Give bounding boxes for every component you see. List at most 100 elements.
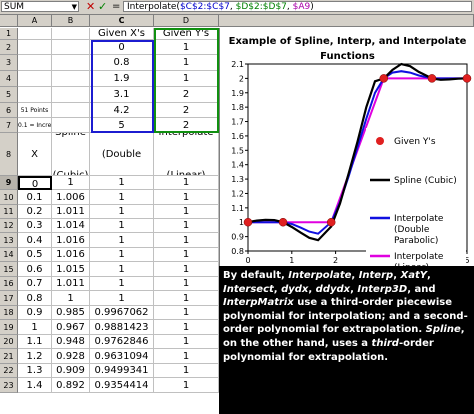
row-header-14[interactable]: 14	[0, 248, 18, 262]
table-cell[interactable]: 1.016	[52, 248, 90, 262]
given-x-cell[interactable]: 0	[90, 40, 154, 55]
column-header-c[interactable]: C	[90, 15, 154, 27]
table-cell[interactable]: 0.9881423	[90, 320, 154, 335]
table-cell[interactable]: 1.006	[52, 190, 90, 205]
table-cell[interactable]: 0.948	[52, 335, 90, 349]
table-cell[interactable]: 1	[90, 248, 154, 262]
table-cell[interactable]: 1.1	[18, 335, 52, 349]
x-column-header[interactable]: X	[18, 133, 52, 176]
given-x-cell[interactable]: 4.2	[90, 103, 154, 118]
table-cell[interactable]: 1.2	[18, 349, 52, 364]
table-cell[interactable]: 1.011	[52, 277, 90, 291]
table-cell[interactable]: 1	[154, 205, 219, 219]
row-header-15[interactable]: 15	[0, 262, 18, 277]
cancel-icon[interactable]: ✕	[86, 0, 95, 14]
given-x-cell[interactable]: 0.8	[90, 55, 154, 71]
cell-a1[interactable]	[18, 28, 52, 40]
given-y-cell[interactable]: 1	[154, 71, 219, 87]
row-header-1[interactable]: 1	[0, 28, 18, 40]
table-cell[interactable]: 0.1	[18, 190, 52, 205]
table-cell[interactable]: 1	[18, 320, 52, 335]
select-all-corner[interactable]	[0, 15, 18, 27]
table-cell[interactable]: 1	[154, 277, 219, 291]
table-cell[interactable]: 1	[154, 378, 219, 393]
row-header-19[interactable]: 19	[0, 320, 18, 335]
table-cell[interactable]: 1	[154, 291, 219, 306]
table-cell[interactable]: 0.5	[18, 248, 52, 262]
spline-column-header[interactable]: Spline (Cubic)	[52, 133, 90, 176]
given-y-cell[interactable]: 1	[154, 55, 219, 71]
row-header-7[interactable]: 7	[0, 118, 18, 133]
table-cell[interactable]: 1	[154, 306, 219, 320]
cell-a2[interactable]	[18, 40, 52, 55]
table-cell[interactable]: 1	[154, 176, 219, 190]
table-cell[interactable]: 1.014	[52, 219, 90, 233]
table-cell[interactable]: 1	[52, 291, 90, 306]
table-cell[interactable]: 1	[154, 190, 219, 205]
table-cell[interactable]: 1	[154, 248, 219, 262]
row-header-3[interactable]: 3	[0, 55, 18, 71]
table-cell[interactable]: 1	[154, 233, 219, 248]
double-parabolic-column-header[interactable]: Interpolate (Double Parabolic)	[90, 133, 154, 176]
cell-a6[interactable]: 51 Points	[18, 103, 52, 118]
table-cell[interactable]: 1.011	[52, 205, 90, 219]
given-x-cell[interactable]: 3.1	[90, 87, 154, 103]
cell-b4[interactable]	[52, 71, 90, 87]
table-cell[interactable]: 0.9967062	[90, 306, 154, 320]
row-header-23[interactable]: 23	[0, 378, 18, 393]
table-cell[interactable]: 1	[90, 262, 154, 277]
table-cell[interactable]: 0.892	[52, 378, 90, 393]
row-header-18[interactable]: 18	[0, 306, 18, 320]
table-cell[interactable]: 1	[52, 176, 90, 190]
table-cell[interactable]: 1	[154, 335, 219, 349]
table-cell[interactable]: 1	[154, 349, 219, 364]
table-cell[interactable]: 1	[90, 233, 154, 248]
table-cell[interactable]: 0.985	[52, 306, 90, 320]
row-header-21[interactable]: 21	[0, 349, 18, 364]
table-cell[interactable]: 0.7	[18, 277, 52, 291]
table-cell[interactable]: 1	[90, 205, 154, 219]
table-cell[interactable]: 0.4	[18, 233, 52, 248]
table-cell[interactable]: 1.016	[52, 233, 90, 248]
row-header-13[interactable]: 13	[0, 233, 18, 248]
row-header-6[interactable]: 6	[0, 103, 18, 118]
row-header-20[interactable]: 20	[0, 335, 18, 349]
cell-a7[interactable]: 0.1 = Increment	[18, 118, 52, 133]
given-y-cell[interactable]: 2	[154, 87, 219, 103]
given-y-cell[interactable]: 2	[154, 118, 219, 133]
row-header-22[interactable]: 22	[0, 364, 18, 378]
table-cell[interactable]: 0.9354414	[90, 378, 154, 393]
table-cell[interactable]: 0.909	[52, 364, 90, 378]
row-header-17[interactable]: 17	[0, 291, 18, 306]
table-cell[interactable]: 1	[154, 320, 219, 335]
table-cell[interactable]: 0.8	[18, 291, 52, 306]
cell-a4[interactable]	[18, 71, 52, 87]
table-cell[interactable]: 0.967	[52, 320, 90, 335]
cell-b1[interactable]	[52, 28, 90, 40]
column-header-d[interactable]: D	[154, 15, 219, 27]
cell-b6[interactable]	[52, 103, 90, 118]
table-cell[interactable]: 1.3	[18, 364, 52, 378]
table-cell[interactable]: 0.928	[52, 349, 90, 364]
table-cell[interactable]: 0	[18, 176, 52, 190]
row-header-2[interactable]: 2	[0, 40, 18, 55]
table-cell[interactable]: 0.9762846	[90, 335, 154, 349]
table-cell[interactable]: 0.2	[18, 205, 52, 219]
given-y-header[interactable]: Given Y's	[154, 28, 219, 40]
column-header-a[interactable]: A	[18, 15, 52, 27]
given-x-cell[interactable]: 5	[90, 118, 154, 133]
table-cell[interactable]: 0.9499341	[90, 364, 154, 378]
table-cell[interactable]: 1.4	[18, 378, 52, 393]
table-cell[interactable]: 1	[154, 364, 219, 378]
cell-a5[interactable]	[18, 87, 52, 103]
formula-input[interactable]: Interpolate($C$2:$C$7, $D$2:$D$7, $A9)	[123, 1, 472, 12]
enter-icon[interactable]: ✓	[98, 0, 107, 14]
row-header-16[interactable]: 16	[0, 277, 18, 291]
table-cell[interactable]: 0.9631094	[90, 349, 154, 364]
row-header-4[interactable]: 4	[0, 71, 18, 87]
cell-b7[interactable]	[52, 118, 90, 133]
linear-column-header[interactable]: Interpolate (Linear)	[154, 133, 219, 176]
row-header-10[interactable]: 10	[0, 190, 18, 205]
given-x-cell[interactable]: 1.9	[90, 71, 154, 87]
given-y-cell[interactable]: 2	[154, 103, 219, 118]
